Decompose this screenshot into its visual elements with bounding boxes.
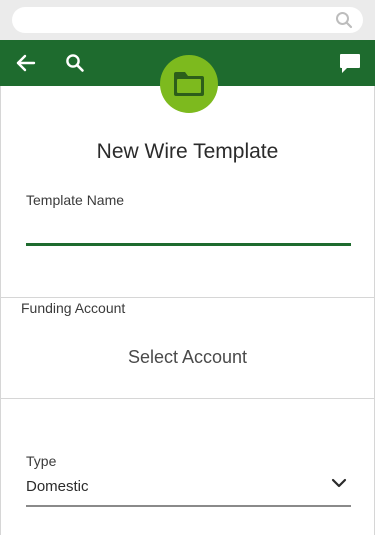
template-name-underline xyxy=(26,243,351,246)
search-icon[interactable] xyxy=(335,11,353,29)
folder-icon xyxy=(174,72,204,96)
chat-button[interactable] xyxy=(330,40,370,86)
select-account-button[interactable]: Select Account xyxy=(0,347,375,368)
back-arrow-icon xyxy=(16,54,36,72)
divider xyxy=(0,398,375,399)
type-underline xyxy=(26,505,351,507)
funding-account-label: Funding Account xyxy=(21,300,126,316)
template-name-label: Template Name xyxy=(26,192,125,208)
back-button[interactable] xyxy=(6,40,46,86)
chat-bubble-icon xyxy=(340,54,360,73)
search-icon xyxy=(66,54,84,72)
chevron-down-icon xyxy=(331,478,347,488)
browser-bar xyxy=(0,0,375,40)
template-name-input[interactable] xyxy=(26,212,351,242)
page-title: New Wire Template xyxy=(96,140,279,163)
browser-search-field[interactable] xyxy=(12,7,363,33)
type-value: Domestic xyxy=(26,478,89,495)
template-badge xyxy=(160,55,218,113)
header-search-button[interactable] xyxy=(55,40,95,86)
type-label: Type xyxy=(26,453,57,469)
divider xyxy=(0,297,375,298)
